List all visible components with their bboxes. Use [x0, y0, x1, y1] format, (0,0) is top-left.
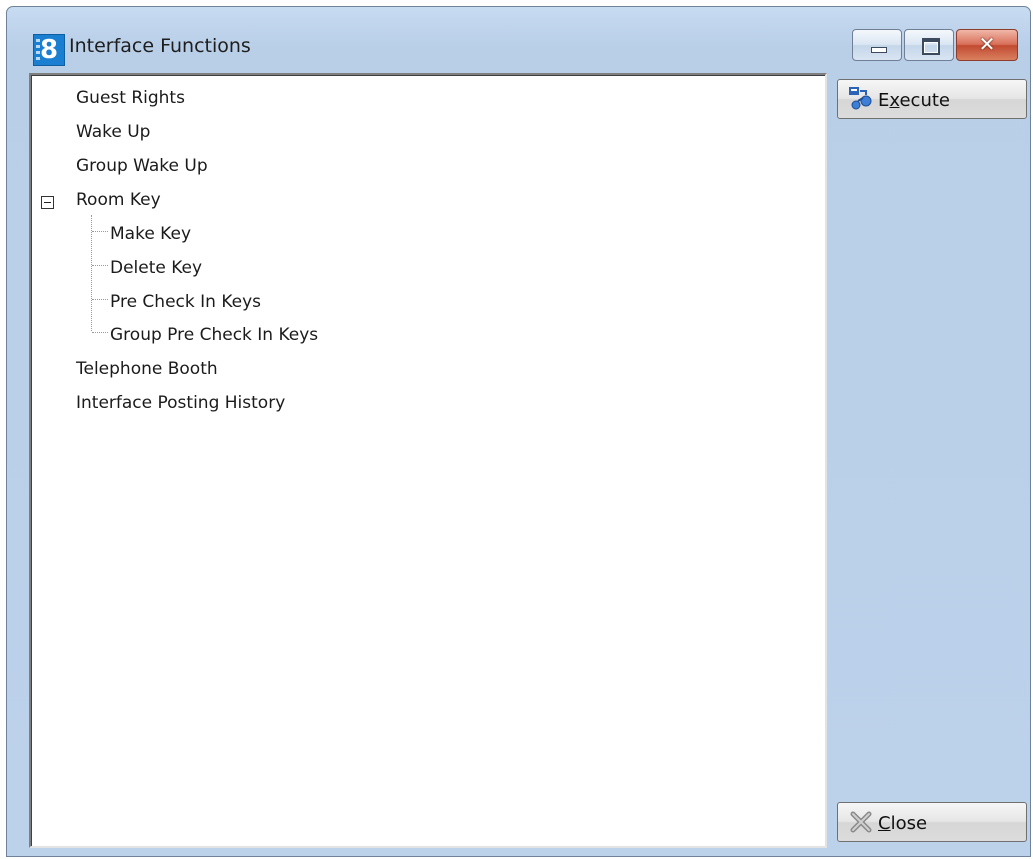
close-label: Close — [878, 813, 928, 834]
caption-buttons: ✕ — [852, 29, 1018, 63]
title-bar[interactable]: 8 Interface Functions ✕ — [7, 7, 1030, 69]
app-icon: 8 — [33, 34, 65, 66]
tree-item-pre-check-in-keys[interactable]: Pre Check In Keys — [110, 292, 261, 312]
minimize-icon — [871, 47, 887, 53]
minimize-button[interactable] — [852, 29, 902, 61]
tree-item-group-wake-up[interactable]: Group Wake Up — [76, 156, 208, 176]
tree-item-interface-posting-history[interactable]: Interface Posting History — [76, 393, 285, 413]
execute-button[interactable]: Execute — [837, 79, 1027, 119]
tree-item-room-key[interactable]: Room Key — [76, 190, 161, 210]
maximize-button[interactable] — [904, 29, 954, 61]
function-tree[interactable]: Guest Rights Wake Up Group Wake Up Room … — [29, 73, 827, 848]
maximize-icon — [922, 38, 940, 55]
close-icon — [850, 811, 872, 833]
window-close-button[interactable]: ✕ — [956, 29, 1018, 61]
close-button[interactable]: Close — [837, 802, 1027, 842]
collapse-room-key-toggle[interactable] — [41, 196, 54, 209]
tree-item-delete-key[interactable]: Delete Key — [110, 258, 202, 278]
interface-functions-window: 8 Interface Functions ✕ Guest Rights Wak… — [6, 6, 1031, 857]
tree-connector-line — [91, 215, 92, 331]
tree-item-telephone-booth[interactable]: Telephone Booth — [76, 359, 218, 379]
close-x-icon: ✕ — [978, 32, 996, 56]
execute-icon — [849, 87, 872, 110]
tree-item-group-pre-check-in-keys[interactable]: Group Pre Check In Keys — [110, 325, 318, 345]
window-title: Interface Functions — [69, 35, 251, 57]
tree-item-wake-up[interactable]: Wake Up — [76, 122, 150, 142]
tree-item-make-key[interactable]: Make Key — [110, 224, 191, 244]
execute-label: Execute — [878, 90, 950, 111]
tree-item-guest-rights[interactable]: Guest Rights — [76, 88, 185, 108]
